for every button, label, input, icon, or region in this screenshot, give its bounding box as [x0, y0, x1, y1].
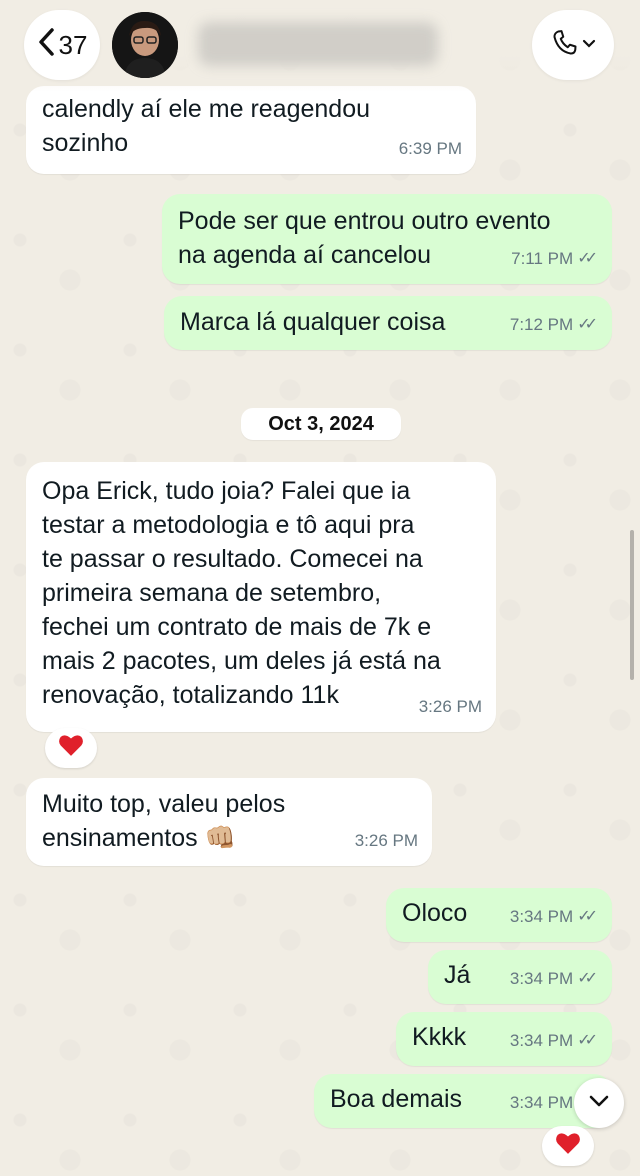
- message-incoming[interactable]: calendly aí ele me reagendou sozinho 6:3…: [26, 86, 476, 174]
- read-receipt-icon: ✓✓: [577, 316, 598, 333]
- message-time: 3:26 PM: [418, 697, 482, 716]
- message-reaction[interactable]: [542, 1126, 594, 1166]
- message-time: 3:34 PM: [509, 907, 574, 926]
- message-meta: 3:34 PM✓✓: [510, 962, 598, 996]
- message-incoming[interactable]: Muito top, valeu pelos ensinamentos 👊🏼 3…: [26, 778, 432, 866]
- message-reaction[interactable]: [45, 728, 97, 768]
- phone-icon: [550, 28, 580, 63]
- unread-count: 37: [58, 29, 88, 60]
- message-meta: 7:11 PM ✓✓: [511, 242, 598, 276]
- message-meta: 7:12 PM ✓✓: [510, 308, 598, 342]
- message-text: Opa Erick, tudo joia? Falei que ia testa…: [42, 477, 441, 709]
- message-outgoing[interactable]: Já 3:34 PM ✓✓: [428, 950, 612, 1004]
- read-receipt-icon: ✓✓: [577, 970, 598, 987]
- avatar[interactable]: [112, 12, 178, 78]
- message-meta: 3:26 PM: [419, 690, 482, 724]
- call-button[interactable]: [532, 10, 614, 80]
- message-meta: 3:34 PM✓✓: [510, 900, 598, 934]
- message-incoming[interactable]: Opa Erick, tudo joia? Falei que ia testa…: [26, 462, 496, 732]
- back-button[interactable]: 37: [24, 10, 100, 80]
- message-outgoing[interactable]: Kkkk 3:34 PM ✓✓: [396, 1012, 612, 1066]
- message-outgoing[interactable]: Boa demais 3:34 PM✓✓: [314, 1074, 612, 1128]
- message-outgoing[interactable]: Pode ser que entrou outro evento na agen…: [162, 194, 612, 284]
- chevron-down-icon: [582, 36, 596, 54]
- message-meta: 3:34 PM✓✓: [510, 1024, 598, 1058]
- message-meta: 6:39 PM: [399, 132, 462, 166]
- message-time: 7:12 PM: [509, 315, 574, 334]
- message-time: 3:34 PM: [509, 969, 574, 988]
- message-outgoing[interactable]: Oloco 3:34 PM ✓✓: [386, 888, 612, 942]
- message-outgoing[interactable]: Marca lá qualquer coisa 7:12 PM ✓✓: [164, 296, 612, 350]
- message-time: 3:26 PM: [354, 831, 418, 850]
- chevron-left-icon: [37, 27, 55, 63]
- read-receipt-icon: ✓✓: [577, 1032, 598, 1049]
- chevron-down-icon: [588, 1094, 610, 1113]
- scroll-to-bottom-button[interactable]: [574, 1078, 624, 1128]
- read-receipt-icon: ✓✓: [577, 250, 598, 267]
- message-time: 3:34 PM: [509, 1031, 574, 1050]
- message-time: 6:39 PM: [398, 139, 462, 158]
- message-list: calendly aí ele me reagendou sozinho 6:3…: [0, 0, 640, 1176]
- read-receipt-icon: ✓✓: [577, 908, 598, 925]
- message-text: calendly aí ele me reagendou sozinho: [42, 95, 371, 157]
- heart-icon: [555, 1131, 581, 1162]
- date-separator: Oct 3, 2024: [241, 408, 401, 440]
- scrollbar[interactable]: [630, 530, 634, 680]
- message-meta: 3:26 PM: [355, 824, 418, 858]
- message-time: 3:34 PM: [509, 1093, 574, 1112]
- heart-icon: [58, 733, 84, 764]
- chat-header: 37: [0, 0, 640, 92]
- message-time: 7:11 PM: [511, 249, 574, 268]
- contact-name-blurred[interactable]: [198, 22, 438, 66]
